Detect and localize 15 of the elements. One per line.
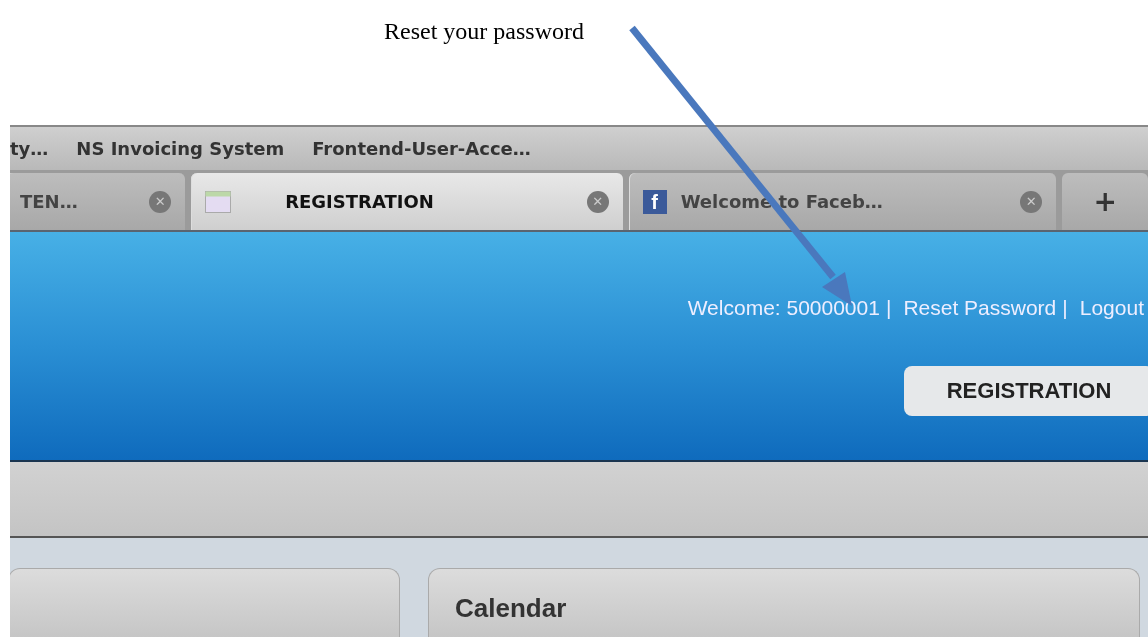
new-tab-button[interactable]: + [1062,173,1148,230]
bookmark[interactable]: Frontend-User-Acce… [312,138,531,159]
browser-tab[interactable]: TEN… ✕ [10,173,186,230]
separator: | [885,296,893,320]
facebook-icon: f [642,189,667,214]
caption: Reset your password [384,18,584,46]
welcome-text: Welcome: 50000001 [687,296,880,320]
browser-tab[interactable]: REGISTRATION ✕ [191,173,623,230]
page-icon [205,190,232,213]
browser-tab[interactable]: f Welcome to Faceb… ✕ [628,173,1057,230]
bookmark[interactable]: NS Invoicing System [76,138,285,159]
registration-button[interactable]: REGISTRATION [904,366,1148,416]
separator: | [1062,296,1069,320]
bookmark[interactable]: ty… [10,138,49,159]
panel-title: Calendar [455,593,567,623]
